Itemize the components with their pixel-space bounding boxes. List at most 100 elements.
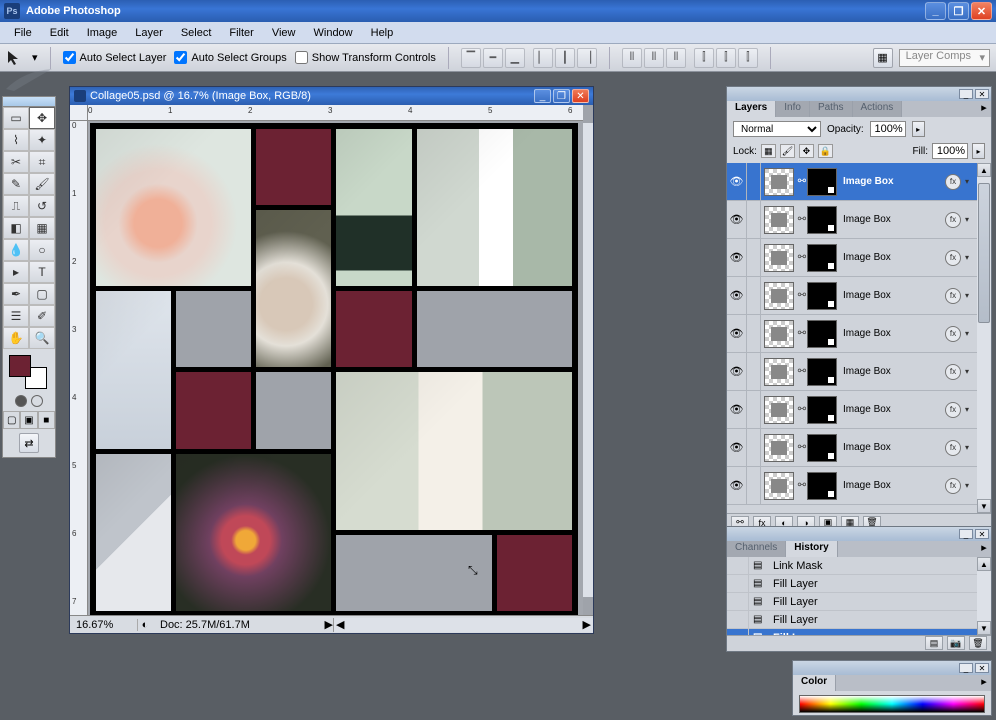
menu-help[interactable]: Help bbox=[363, 25, 402, 41]
distribute-left-button[interactable]: ⫿ bbox=[694, 48, 714, 68]
history-brush-source[interactable] bbox=[727, 611, 749, 628]
auto-select-groups-checkbox[interactable]: Auto Select Groups bbox=[174, 51, 286, 64]
panel-menu-button[interactable]: ▸ bbox=[977, 675, 991, 691]
lock-pixels-button[interactable]: 🖌 bbox=[780, 144, 795, 158]
lock-all-button[interactable]: 🔒 bbox=[818, 144, 833, 158]
path-select-tool[interactable]: ▸ bbox=[3, 261, 29, 283]
menu-file[interactable]: File bbox=[6, 25, 40, 41]
window-close-button[interactable]: ✕ bbox=[971, 2, 992, 20]
mask-link-icon[interactable]: ⚯ bbox=[797, 404, 807, 415]
layer-name-label[interactable]: Image Box bbox=[843, 328, 891, 339]
align-hcenter-button[interactable]: ┃ bbox=[555, 48, 575, 68]
tab-channels[interactable]: Channels bbox=[727, 541, 786, 557]
layer-row[interactable]: 👁⚯Image Boxfx▾ bbox=[727, 315, 977, 353]
doc-close-button[interactable]: ✕ bbox=[572, 89, 589, 103]
zoom-tool[interactable]: 🔍 bbox=[29, 327, 55, 349]
rectangular-marquee-tool[interactable]: ▭ bbox=[3, 107, 29, 129]
screenmode-full-button[interactable]: ■ bbox=[38, 411, 55, 429]
crop-tool[interactable]: ✂ bbox=[3, 151, 29, 173]
status-flyout-icon[interactable]: ◐ bbox=[138, 619, 152, 631]
hand-tool[interactable]: ✋ bbox=[3, 327, 29, 349]
menu-layer[interactable]: Layer bbox=[127, 25, 171, 41]
layer-name-label[interactable]: Image Box bbox=[843, 252, 891, 263]
layer-row[interactable]: 👁⚯Image Boxfx▾ bbox=[727, 353, 977, 391]
distribute-top-button[interactable]: ⫴ bbox=[622, 48, 642, 68]
history-row[interactable]: ▤Fill Layer bbox=[727, 611, 977, 629]
layer-row[interactable]: 👁⚯Image Boxfx▾ bbox=[727, 163, 977, 201]
layer-effects-twirl[interactable]: ▾ bbox=[965, 405, 975, 414]
lock-position-button[interactable]: ✥ bbox=[799, 144, 814, 158]
distribute-right-button[interactable]: ⫿ bbox=[738, 48, 758, 68]
layer-effects-icon[interactable]: fx bbox=[945, 402, 961, 418]
menu-edit[interactable]: Edit bbox=[42, 25, 77, 41]
ruler-origin[interactable] bbox=[70, 105, 88, 121]
panel-minimize-button[interactable]: _ bbox=[959, 89, 973, 99]
distribute-vcenter-button[interactable]: ⫴ bbox=[644, 48, 664, 68]
opacity-slider-button[interactable]: ▸ bbox=[912, 121, 925, 137]
mask-link-icon[interactable]: ⚯ bbox=[797, 328, 807, 339]
layer-name-label[interactable]: Image Box bbox=[843, 404, 891, 415]
align-left-button[interactable]: ▏ bbox=[533, 48, 553, 68]
layer-mask-thumbnail[interactable] bbox=[807, 168, 837, 196]
panel-close-button[interactable]: ✕ bbox=[975, 89, 989, 99]
tab-info[interactable]: Info bbox=[776, 101, 810, 117]
layer-mask-thumbnail[interactable] bbox=[807, 320, 837, 348]
align-bottom-button[interactable]: ▁ bbox=[505, 48, 525, 68]
layer-mask-thumbnail[interactable] bbox=[807, 396, 837, 424]
layer-effects-icon[interactable]: fx bbox=[945, 478, 961, 494]
workspace-button[interactable]: ▦ bbox=[873, 48, 893, 68]
magic-wand-tool[interactable]: ✦ bbox=[29, 129, 55, 151]
layer-effects-twirl[interactable]: ▾ bbox=[965, 177, 975, 186]
type-tool[interactable]: T bbox=[29, 261, 55, 283]
layer-effects-twirl[interactable]: ▾ bbox=[965, 367, 975, 376]
layer-effects-twirl[interactable]: ▾ bbox=[965, 215, 975, 224]
layer-effects-icon[interactable]: fx bbox=[945, 288, 961, 304]
layer-link-col[interactable] bbox=[747, 315, 761, 352]
foreground-color-swatch[interactable] bbox=[9, 355, 31, 377]
layer-thumbnail[interactable] bbox=[764, 282, 794, 310]
layer-mask-thumbnail[interactable] bbox=[807, 472, 837, 500]
layer-mask-thumbnail[interactable] bbox=[807, 282, 837, 310]
layer-row[interactable]: 👁⚯Image Boxfx▾ bbox=[727, 429, 977, 467]
mask-link-icon[interactable]: ⚯ bbox=[797, 176, 807, 187]
layer-effects-twirl[interactable]: ▾ bbox=[965, 253, 975, 262]
layer-effects-twirl[interactable]: ▾ bbox=[965, 329, 975, 338]
zoom-field[interactable]: 16.67% bbox=[70, 619, 138, 631]
mask-link-icon[interactable]: ⚯ bbox=[797, 214, 807, 225]
layer-thumbnail[interactable] bbox=[764, 434, 794, 462]
eyedropper-tool[interactable]: ✐ bbox=[29, 305, 55, 327]
layer-effects-twirl[interactable]: ▾ bbox=[965, 443, 975, 452]
layer-visibility-toggle[interactable]: 👁 bbox=[727, 239, 747, 276]
layer-row[interactable]: 👁⚯Image Boxfx▾ bbox=[727, 277, 977, 315]
auto-select-layer-checkbox[interactable]: Auto Select Layer bbox=[63, 51, 167, 64]
tab-color[interactable]: Color bbox=[793, 675, 836, 691]
history-brush-source[interactable] bbox=[727, 557, 749, 574]
layer-name-label[interactable]: Image Box bbox=[843, 214, 891, 225]
layer-thumbnail[interactable] bbox=[764, 358, 794, 386]
layer-name-label[interactable]: Image Box bbox=[843, 290, 891, 301]
layer-thumbnail[interactable] bbox=[764, 244, 794, 272]
pen-tool[interactable]: ✒ bbox=[3, 283, 29, 305]
layer-link-col[interactable] bbox=[747, 239, 761, 276]
history-brush-source[interactable] bbox=[727, 575, 749, 592]
doc-minimize-button[interactable]: _ bbox=[534, 89, 551, 103]
history-brush-tool[interactable]: ↺ bbox=[29, 195, 55, 217]
canvas-viewport[interactable]: ⤡ bbox=[88, 121, 583, 615]
layer-visibility-toggle[interactable]: 👁 bbox=[727, 201, 747, 238]
tab-actions[interactable]: Actions bbox=[853, 101, 903, 117]
layer-effects-icon[interactable]: fx bbox=[945, 440, 961, 456]
history-row[interactable]: ▤Fill Layer bbox=[727, 575, 977, 593]
layer-row[interactable]: 👁⚯Image Boxfx▾ bbox=[727, 391, 977, 429]
menu-image[interactable]: Image bbox=[79, 25, 126, 41]
layer-effects-twirl[interactable]: ▾ bbox=[965, 291, 975, 300]
layer-thumbnail[interactable] bbox=[764, 168, 794, 196]
layer-row[interactable]: 👁⚯Image Boxfx▾ bbox=[727, 201, 977, 239]
mask-link-icon[interactable]: ⚯ bbox=[797, 442, 807, 453]
distribute-hcenter-button[interactable]: ⫿ bbox=[716, 48, 736, 68]
brush-tool[interactable]: 🖌 bbox=[29, 173, 55, 195]
screenmode-full-menubar-button[interactable]: ▣ bbox=[20, 411, 37, 429]
panel-minimize-button[interactable]: _ bbox=[959, 529, 973, 539]
layer-mask-thumbnail[interactable] bbox=[807, 358, 837, 386]
layer-effects-icon[interactable]: fx bbox=[945, 174, 961, 190]
align-right-button[interactable]: ▕ bbox=[577, 48, 597, 68]
